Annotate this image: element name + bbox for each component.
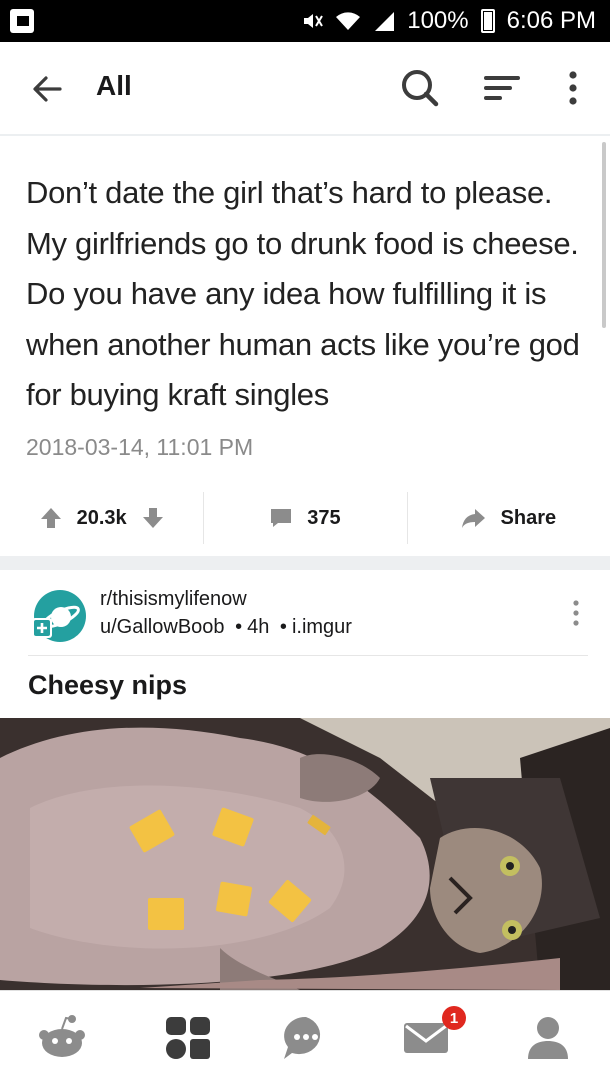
app-notification-icon xyxy=(10,9,34,33)
comment-count: 375 xyxy=(307,506,341,529)
inbox-badge: 1 xyxy=(442,1006,466,1030)
status-bar: 100% 6:06 PM xyxy=(0,0,610,42)
post-author[interactable]: u/GallowBoob xyxy=(100,616,225,638)
clock: 6:06 PM xyxy=(506,7,596,34)
app-bar: All xyxy=(0,42,610,136)
feed-title: All xyxy=(96,70,132,101)
card-divider xyxy=(0,556,610,570)
header-separator xyxy=(28,655,588,656)
battery-percent: 100% xyxy=(407,7,469,34)
upvote-icon[interactable] xyxy=(39,506,63,530)
bottom-nav: 1 xyxy=(0,990,610,1084)
post-action-bar: 20.3k 375 Share xyxy=(0,490,610,546)
signal-icon xyxy=(375,12,395,31)
share-icon xyxy=(461,509,485,528)
post-header: r/thisismylifenow u/GallowBoob • 4h • i.im… xyxy=(0,572,610,656)
post-domain[interactable]: i.imgur xyxy=(292,616,352,638)
scrollbar-thumb[interactable] xyxy=(602,142,606,328)
post-title[interactable]: Cheesy nips xyxy=(28,670,187,701)
post-image-graphic xyxy=(0,718,610,990)
comment-icon xyxy=(271,509,292,527)
battery-icon xyxy=(480,9,495,33)
subreddit-name[interactable]: r/thisismylifenow xyxy=(100,588,247,611)
post-more-icon[interactable] xyxy=(566,598,586,628)
wifi-icon xyxy=(336,12,361,30)
post-meta: u/GallowBoob • 4h • i.imgur xyxy=(100,616,352,639)
text-post-card: Don’t date the girl that’s hard to pleas… xyxy=(0,138,610,558)
meta-separator: • xyxy=(235,616,243,638)
share-button[interactable]: Share xyxy=(406,490,610,546)
account-icon[interactable] xyxy=(522,1013,574,1063)
more-vertical-icon[interactable] xyxy=(554,66,592,110)
post-image[interactable] xyxy=(0,718,610,990)
chat-icon[interactable] xyxy=(280,1013,332,1063)
search-icon[interactable] xyxy=(398,66,442,110)
subreddit-avatar-icon[interactable] xyxy=(30,588,88,644)
post-body-text: Don’t date the girl that’s hard to pleas… xyxy=(26,175,580,412)
back-arrow-icon[interactable] xyxy=(30,72,64,106)
sort-icon[interactable] xyxy=(480,68,524,112)
meta-separator: • xyxy=(279,616,287,638)
post-date: 2018-03-14, 11:01 PM xyxy=(26,434,254,460)
status-icons: 100% 6:06 PM xyxy=(301,0,596,42)
share-label: Share xyxy=(500,506,557,529)
comments-button[interactable]: 375 xyxy=(203,490,406,546)
home-icon[interactable] xyxy=(36,1013,88,1063)
mute-icon xyxy=(304,14,324,28)
post-age: 4h xyxy=(247,616,270,638)
downvote-icon[interactable] xyxy=(141,506,165,530)
communities-icon[interactable] xyxy=(162,1013,214,1063)
vote-group: 20.3k xyxy=(0,490,203,546)
vote-count: 20.3k xyxy=(76,506,127,529)
